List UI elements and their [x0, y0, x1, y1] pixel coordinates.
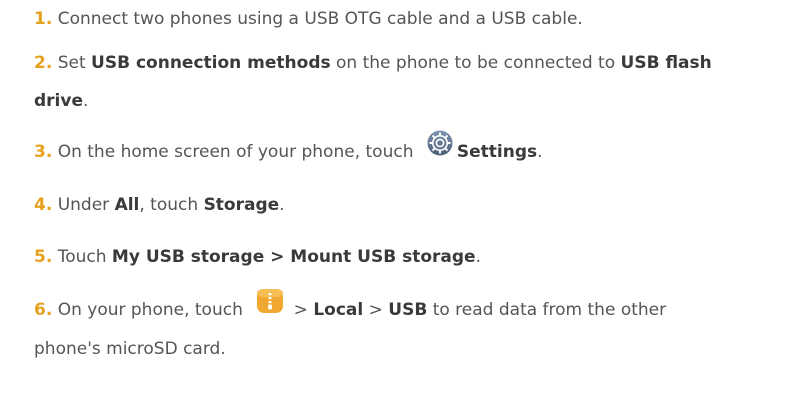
option-usb: USB: [388, 300, 428, 320]
step-2-continued: drive.: [34, 82, 790, 120]
step-4: 4. Under All, touch Storage.: [34, 186, 790, 224]
step-text: Touch: [52, 247, 112, 267]
step-3: 3. On the home screen of your phone, tou…: [34, 130, 790, 172]
step-text: On your phone, touch: [52, 300, 249, 320]
option-usb-flash: USB flash: [620, 53, 712, 73]
step-5: 5. Touch My USB storage > Mount USB stor…: [34, 238, 790, 276]
option-usb-connection-methods: USB connection methods: [91, 53, 331, 73]
step-number: 4.: [34, 195, 53, 215]
option-mount-usb-storage: My USB storage > Mount USB storage: [111, 247, 476, 267]
step-6: 6. On your phone, touch > Local > USB to…: [34, 288, 790, 330]
step-6-continued: phone's microSD card.: [34, 330, 790, 368]
settings-gear-icon: [427, 130, 453, 170]
path-separator: >: [288, 300, 314, 320]
step-text: .: [537, 142, 543, 162]
step-text: on the phone to be connected to: [330, 53, 621, 73]
option-storage: Storage: [203, 195, 280, 215]
instruction-steps: 1. Connect two phones using a USB OTG ca…: [0, 0, 798, 403]
step-text: .: [83, 91, 89, 111]
step-text: to read data from the other: [427, 300, 667, 320]
step-text: phone's microSD card.: [34, 339, 226, 359]
step-1: 1. Connect two phones using a USB OTG ca…: [34, 0, 790, 38]
step-text: .: [475, 247, 481, 267]
step-2: 2. Set USB connection methods on the pho…: [34, 44, 790, 82]
option-local: Local: [313, 300, 364, 320]
path-separator: >: [363, 300, 389, 320]
step-number: 3.: [34, 142, 53, 162]
step-number: 2.: [34, 53, 53, 73]
step-text: , touch: [139, 195, 204, 215]
step-number: 6.: [34, 300, 53, 320]
file-manager-icon: [256, 288, 284, 328]
step-text: .: [279, 195, 285, 215]
option-drive: drive: [34, 91, 83, 111]
step-number: 1.: [34, 9, 53, 29]
option-all: All: [114, 195, 140, 215]
step-text: Set: [52, 53, 92, 73]
option-settings: Settings: [456, 142, 538, 162]
step-text: Under: [52, 195, 115, 215]
step-text: On the home screen of your phone, touch: [52, 142, 419, 162]
step-text: Connect two phones using a USB OTG cable…: [52, 9, 583, 29]
step-number: 5.: [34, 247, 53, 267]
